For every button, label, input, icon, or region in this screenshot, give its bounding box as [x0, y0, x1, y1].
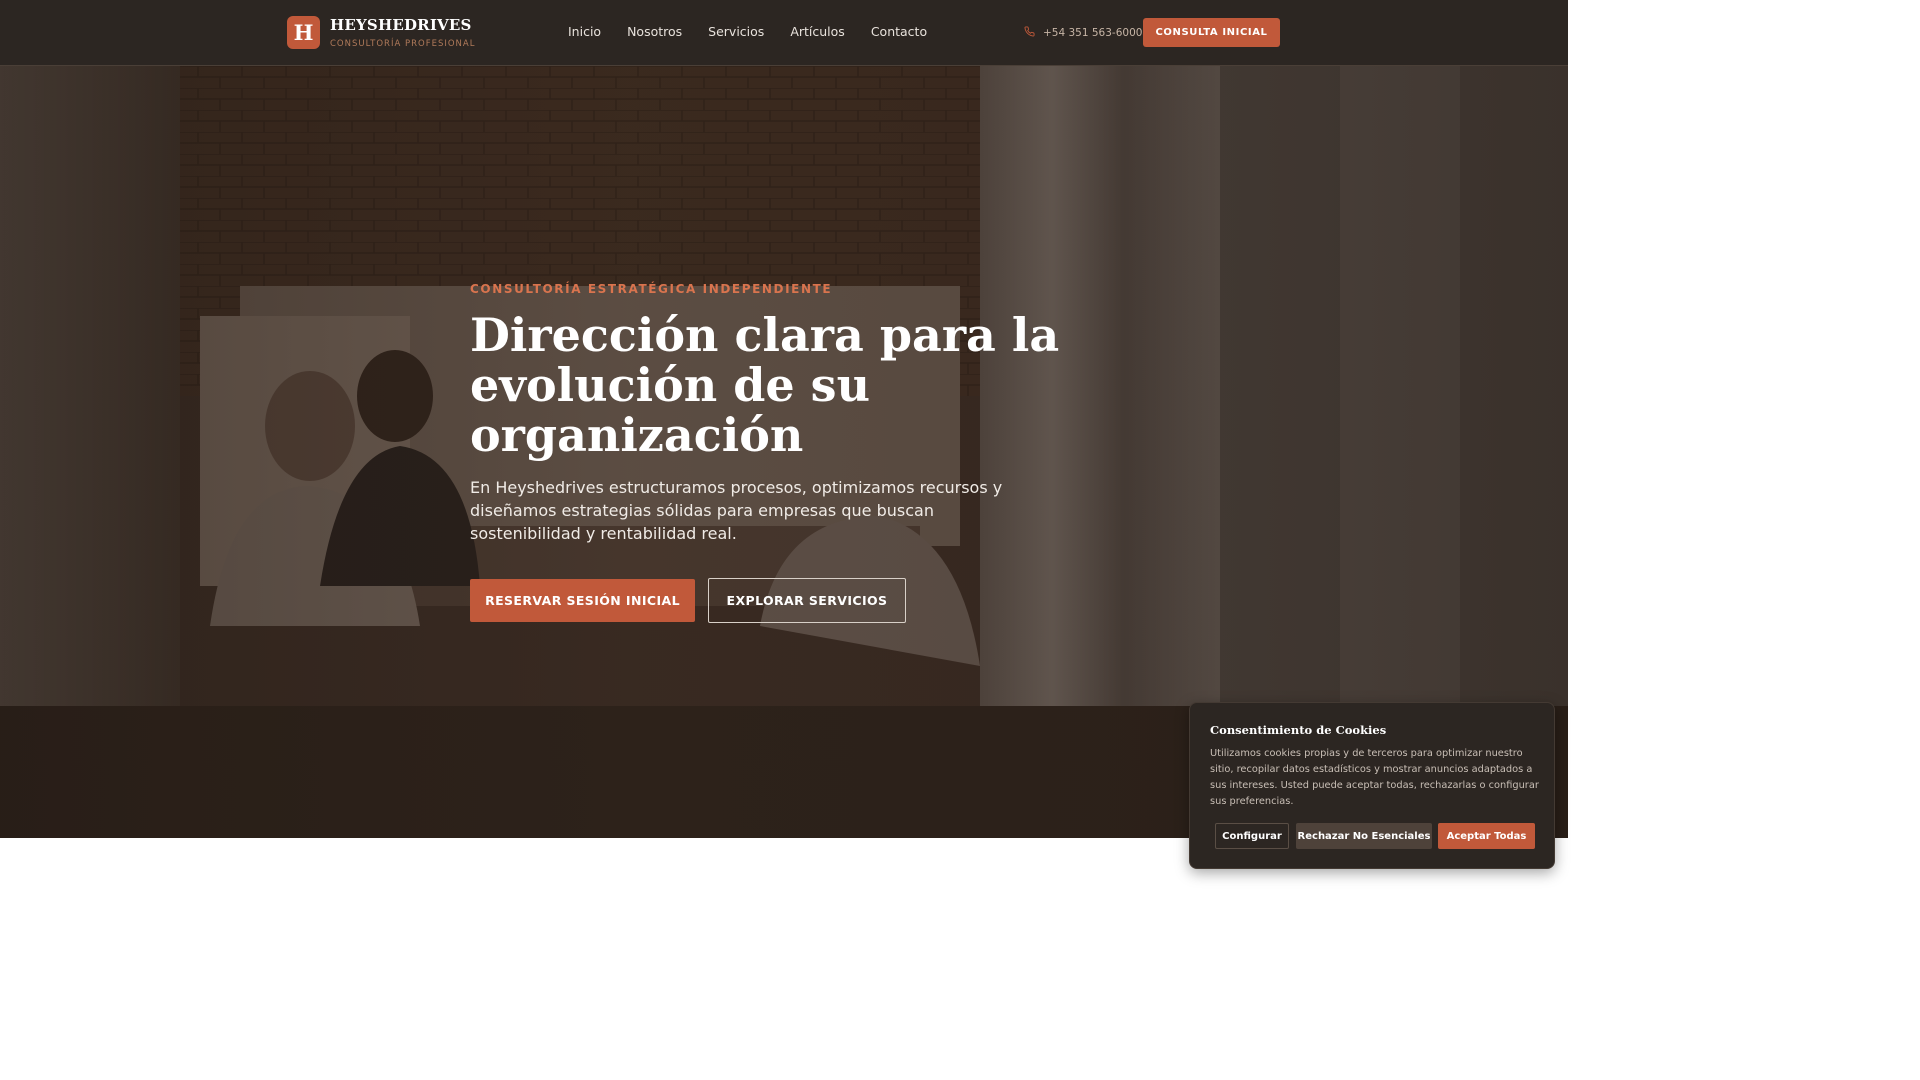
cookie-text: Utilizamos cookies propias y de terceros… [1210, 748, 1539, 807]
nav-item-articulos[interactable]: Artículos [790, 24, 845, 39]
nav-item-nosotros[interactable]: Nosotros [627, 24, 682, 39]
cookie-consent-panel: Consentimiento de Cookies Utilizamos coo… [1189, 702, 1555, 869]
nav-item-servicios[interactable]: Servicios [708, 24, 764, 39]
hero-lead: En Heyshedrives estructuramos procesos, … [470, 478, 1003, 543]
main-nav: Inicio Nosotros Servicios Artículos Cont… [568, 24, 927, 39]
cookie-reject-button[interactable]: Rechazar No Esenciales [1296, 823, 1432, 849]
hero-eyebrow: CONSULTORÍA ESTRATÉGICA INDEPENDIENTE [470, 282, 833, 296]
brand-name[interactable]: HEYSHEDRIVES [330, 16, 472, 34]
phone-number: +54 351 563-6000 [1043, 27, 1143, 39]
cookie-configure-button[interactable]: Configurar [1215, 823, 1289, 849]
hero-headline: Dirección clara para la evolución de su … [470, 310, 1070, 460]
phone-icon [1024, 26, 1035, 40]
headline-line-1: Dirección clara para la [470, 308, 1060, 362]
logo-mark[interactable]: H [287, 16, 320, 49]
headline-line-2: evolución de su [470, 358, 871, 412]
nav-item-contacto[interactable]: Contacto [871, 24, 927, 39]
reservar-sesion-button[interactable]: RESERVAR SESIÓN INICIAL [470, 579, 695, 622]
explorar-servicios-button[interactable]: EXPLORAR SERVICIOS [708, 578, 906, 623]
phone-link[interactable]: +54 351 563-6000 [1024, 26, 1142, 40]
cookie-title: Consentimiento de Cookies [1210, 723, 1387, 737]
consulta-inicial-button[interactable]: CONSULTA INICIAL [1143, 18, 1280, 47]
headline-line-3: organización [470, 408, 804, 462]
cookie-accept-button[interactable]: Aceptar Todas [1438, 823, 1535, 849]
brand-subtitle: CONSULTORÍA PROFESIONAL [330, 39, 476, 49]
site-header: H HEYSHEDRIVES CONSULTORÍA PROFESIONAL I… [0, 0, 1568, 66]
nav-item-inicio[interactable]: Inicio [568, 24, 601, 39]
